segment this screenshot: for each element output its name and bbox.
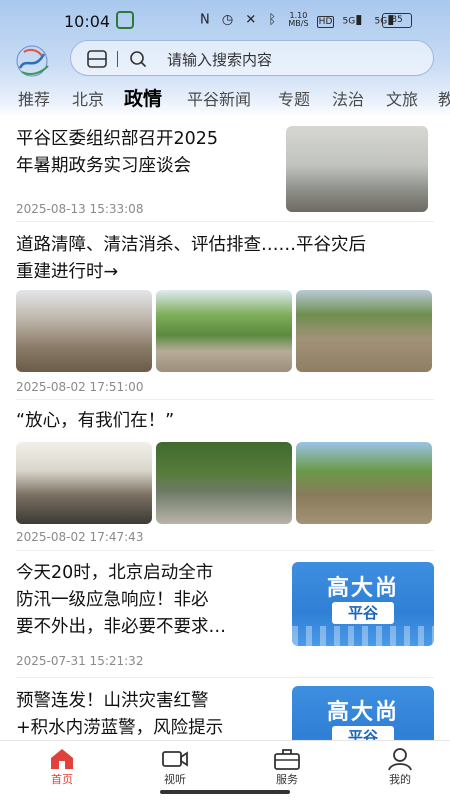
news-thumbnail-banner: 高大尚 平谷 xyxy=(292,686,434,740)
banner-heading: 高大尚 xyxy=(326,576,399,601)
news-title: 今天20时，北京启动全市 防汛一级应急响应！非必 要不外出，非必要不要求… xyxy=(16,563,226,637)
news-item[interactable]: “放心，有我们在！” 2025-08-02 17:47:43 xyxy=(0,400,450,551)
banner-tag: 平谷 xyxy=(332,726,394,740)
news-feed: 平谷区委组织部召开2025 年暑期政务实习座谈会 2025-08-13 15:3… xyxy=(0,118,450,740)
channel-tabs: 推荐 北京 政情 平谷新闻 专题 法治 文旅 教 xyxy=(0,86,450,116)
app-notification-icon xyxy=(116,11,134,29)
nav-services-label: 服务 xyxy=(276,773,298,786)
tab-pinggu-news[interactable]: 平谷新闻 xyxy=(187,86,251,110)
banner-tag: 平谷 xyxy=(332,602,394,624)
briefcase-icon xyxy=(273,747,301,771)
search-input[interactable]: 请输入搜索内容 xyxy=(167,49,272,70)
news-title: 平谷区委组织部召开2025 年暑期政务实习座谈会 xyxy=(16,129,219,176)
news-item[interactable]: 平谷区委组织部召开2025 年暑期政务实习座谈会 2025-08-13 15:3… xyxy=(0,118,450,222)
news-thumbnail xyxy=(286,126,428,212)
search-divider xyxy=(117,51,118,67)
search-icon xyxy=(129,50,147,68)
news-title: 预警连发！山洪灾害红警 +积水内涝蓝警，风险提示 xyxy=(16,691,224,738)
news-thumbnail xyxy=(156,442,292,524)
news-thumbnail xyxy=(296,290,432,372)
nav-home-label: 首页 xyxy=(51,773,73,786)
news-item[interactable]: 预警连发！山洪灾害红警 +积水内涝蓝警，风险提示 高大尚 平谷 xyxy=(0,678,450,740)
tab-beijing[interactable]: 北京 xyxy=(72,86,104,110)
news-thumbnail xyxy=(16,442,152,524)
bluetooth-icon: ᛒ xyxy=(268,12,281,28)
nav-profile-label: 我的 xyxy=(389,773,411,786)
nfc-icon: N xyxy=(200,12,214,28)
app-logo[interactable] xyxy=(12,42,60,80)
profile-icon xyxy=(386,747,414,771)
status-time: 10:04 xyxy=(64,12,111,31)
tab-law[interactable]: 法治 xyxy=(332,86,364,110)
home-indicator[interactable] xyxy=(160,790,290,794)
news-date: 2025-08-02 17:47:43 xyxy=(16,530,144,544)
news-thumbnail xyxy=(296,442,432,524)
nav-video-label: 视听 xyxy=(164,773,186,786)
mute-icon: ✕ xyxy=(245,12,261,28)
top-header: 10:04 N ◷ ✕ ᛒ 1.10 MB/S HD 5G▮ 5G▮ 85 请输… xyxy=(0,0,450,118)
scan-icon[interactable] xyxy=(87,50,107,68)
home-icon xyxy=(48,747,76,771)
video-icon xyxy=(161,747,189,771)
news-title: “放心，有我们在！” xyxy=(16,411,175,431)
banner-heading: 高大尚 xyxy=(326,700,399,725)
tab-culture-travel[interactable]: 文旅 xyxy=(386,86,418,110)
news-thumbnail xyxy=(16,290,152,372)
hd-label: HD xyxy=(316,15,335,28)
signal-bars-icon: ▮ xyxy=(355,12,367,28)
news-thumbnail-banner: 高大尚 平谷 xyxy=(292,562,434,646)
news-thumbnail xyxy=(156,290,292,372)
news-date: 2025-08-02 17:51:00 xyxy=(16,380,144,394)
battery-indicator: 85 xyxy=(382,13,412,28)
news-title: 道路清障、清洁消杀、评估排查……平谷灾后 重建进行时→ xyxy=(16,235,366,282)
search-bar[interactable]: 请输入搜索内容 xyxy=(70,40,434,76)
tab-topics[interactable]: 专题 xyxy=(278,86,310,110)
banner-decoration xyxy=(292,626,434,646)
news-date: 2025-07-31 15:21:32 xyxy=(16,654,144,668)
nav-home[interactable]: 首页 xyxy=(17,741,107,800)
status-icons: N ◷ ✕ ᛒ 1.10 MB/S HD 5G▮ 5G▮ xyxy=(200,12,398,28)
tab-education[interactable]: 教 xyxy=(438,86,450,110)
alarm-icon: ◷ xyxy=(221,12,238,28)
status-bar: 10:04 N ◷ ✕ ᛒ 1.10 MB/S HD 5G▮ 5G▮ 85 xyxy=(0,0,450,40)
nav-profile[interactable]: 我的 xyxy=(355,741,445,800)
news-item[interactable]: 道路清障、清洁消杀、评估排查……平谷灾后 重建进行时→ 2025-08-02 1… xyxy=(0,222,450,400)
tab-politics[interactable]: 政情 xyxy=(124,86,162,111)
net-speed: 1.10 MB/S xyxy=(288,11,309,28)
news-date: 2025-08-13 15:33:08 xyxy=(16,202,144,216)
tab-recommend[interactable]: 推荐 xyxy=(18,86,50,110)
signal-1: 5G xyxy=(342,16,356,27)
news-item[interactable]: 今天20时，北京启动全市 防汛一级应急响应！非必 要不外出，非必要不要求… 20… xyxy=(0,550,450,678)
